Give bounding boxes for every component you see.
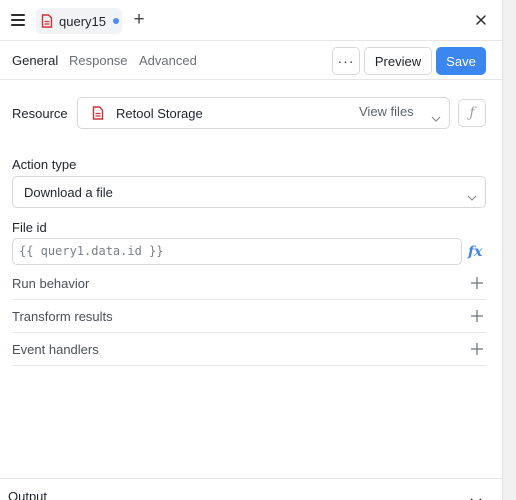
resource-name: Retool Storage: [116, 106, 203, 121]
add-tab-icon[interactable]: +: [130, 9, 148, 30]
file-id-input[interactable]: {{ query1.data.id }}: [12, 238, 462, 265]
scrollbar-gutter: [502, 0, 516, 500]
resource-select[interactable]: Retool Storage View files: [77, 97, 450, 129]
event-handlers-label: Event handlers: [12, 342, 99, 357]
resource-label: Resource: [12, 106, 68, 121]
transform-results-section[interactable]: Transform results: [12, 300, 486, 333]
close-icon[interactable]: [472, 11, 490, 29]
menu-icon[interactable]: [9, 11, 27, 29]
run-behavior-section[interactable]: Run behavior: [12, 267, 486, 300]
resource-file-icon: [92, 106, 104, 120]
file-id-label: File id: [12, 220, 47, 235]
action-type-label: Action type: [12, 157, 77, 172]
file-icon: [41, 14, 53, 28]
plus-icon[interactable]: [470, 342, 484, 356]
preview-button[interactable]: Preview: [364, 47, 432, 75]
resource-fx-button[interactable]: ƒ: [458, 99, 486, 127]
chevron-down-icon: [467, 189, 477, 204]
chevron-down-icon: [431, 110, 441, 125]
query-tab-label: query15: [59, 13, 106, 29]
action-type-value: Download a file: [24, 185, 113, 200]
run-behavior-label: Run behavior: [12, 276, 90, 291]
tab-response[interactable]: Response: [69, 53, 128, 68]
output-label: Output: [8, 489, 48, 500]
chevron-down-icon[interactable]: [470, 493, 482, 500]
action-type-select[interactable]: Download a file: [12, 176, 486, 208]
plus-icon[interactable]: [470, 276, 484, 290]
editor-toolbar: General Response Advanced ··· Preview Sa…: [0, 41, 502, 80]
view-files-link[interactable]: View files: [359, 104, 414, 119]
save-button[interactable]: Save: [436, 47, 486, 75]
query-tab[interactable]: query15: [36, 8, 122, 34]
event-handlers-section[interactable]: Event handlers: [12, 333, 486, 366]
more-options-button[interactable]: ···: [332, 47, 360, 75]
plus-icon[interactable]: [470, 309, 484, 323]
fx-icon[interactable]: fx: [468, 244, 482, 260]
unsaved-indicator: [112, 18, 119, 24]
query-tab-bar: query15 +: [0, 0, 502, 41]
tab-general[interactable]: General: [12, 53, 58, 68]
output-panel-header[interactable]: Output: [0, 478, 502, 500]
tab-advanced[interactable]: Advanced: [139, 53, 197, 68]
transform-results-label: Transform results: [12, 309, 113, 324]
